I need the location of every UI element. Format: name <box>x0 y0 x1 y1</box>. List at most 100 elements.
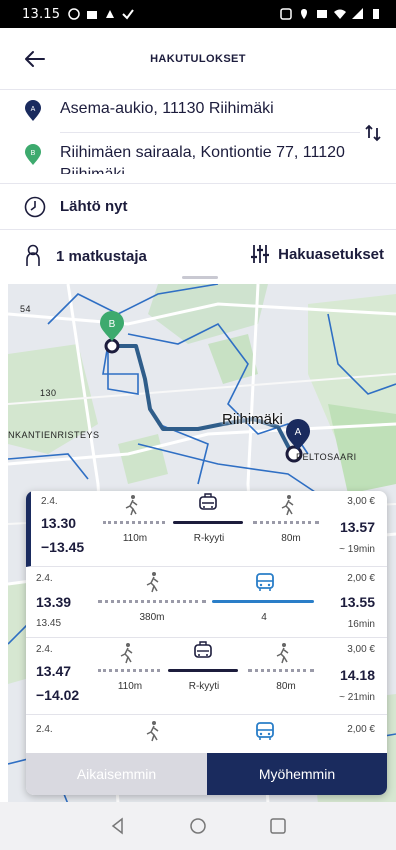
walk-icon <box>281 495 294 516</box>
team-icon <box>87 11 98 19</box>
result-arrival: 13.55 <box>339 594 375 610</box>
check-icon <box>122 9 135 20</box>
svg-text:A: A <box>31 106 36 113</box>
sliders-icon <box>251 245 270 263</box>
nfc-icon <box>280 8 292 20</box>
map-district-label: PELTOSAARI <box>296 452 357 462</box>
map-pin-b-letter: B <box>109 319 116 330</box>
result-duration: ~ 21min <box>339 692 375 703</box>
result-price: 3,00 € <box>347 496 375 507</box>
result-date: 2.4. <box>36 724 53 735</box>
notification-icon <box>106 10 115 18</box>
walk-distance: 80m <box>281 533 301 544</box>
search-settings-button[interactable]: Hakuasetukset <box>250 244 384 264</box>
map-road-label: 54 <box>20 304 32 314</box>
nav-back-icon[interactable] <box>109 817 127 835</box>
result-date: 2.4. <box>36 573 53 584</box>
status-time: 13.15 <box>22 6 61 22</box>
walk-icon <box>125 495 138 516</box>
result-duration: ~ 19min <box>339 544 375 555</box>
status-notification-icons <box>68 8 135 20</box>
walk-segment <box>98 600 206 603</box>
nav-recents-icon[interactable] <box>269 817 287 835</box>
walk-icon <box>276 643 289 664</box>
ride-label: R-kyyti <box>188 681 220 692</box>
walk-segment <box>248 669 314 672</box>
system-nav-bar <box>0 802 396 850</box>
result-item[interactable]: 2.4. 2,00 € <box>26 716 387 756</box>
drag-handle[interactable] <box>182 276 218 279</box>
settings-label: Hakuasetukset <box>278 245 384 263</box>
taxi-bus-icon <box>194 641 212 658</box>
result-departure: 13.39 <box>36 594 72 610</box>
route-divider <box>60 132 360 133</box>
volte-icon <box>317 10 327 18</box>
map-city-label: Riihimäki <box>222 411 283 428</box>
map-pin-a-letter: A <box>295 427 302 438</box>
options-row: 1 matkustaja Hakuasetukset <box>0 230 396 282</box>
nav-home-icon[interactable] <box>189 817 207 835</box>
origin-field[interactable]: A Asema-aukio, 11130 Riihimäki <box>24 98 360 122</box>
ride-segment <box>173 521 243 524</box>
departure-time-button[interactable]: Lähtö nyt <box>0 184 396 230</box>
destination-text: Riihimäen sairaala, Kontiontie 77, 11120… <box>60 144 345 174</box>
pin-a-icon: A <box>25 100 41 121</box>
result-price: 3,00 € <box>347 644 375 655</box>
location-icon <box>301 9 307 19</box>
walk-segment <box>103 521 165 524</box>
passengers-label: 1 matkustaja <box>56 247 147 265</box>
result-price: 2,00 € <box>347 724 375 735</box>
swap-vertical-icon[interactable] <box>364 124 382 142</box>
bus-icon <box>256 722 274 740</box>
wifi-icon <box>334 9 346 19</box>
earlier-button[interactable]: Aikaisemmin <box>26 753 207 795</box>
result-arrival: 14.18 <box>339 667 375 683</box>
app-header: HAKUTULOKSET <box>0 28 396 90</box>
ride-segment <box>168 669 238 672</box>
status-bar: 13.15 <box>0 0 396 28</box>
ride-label: R-kyyti <box>193 533 225 544</box>
result-departure-end: 13.45 <box>36 618 62 629</box>
result-item[interactable]: 2.4. 13.30 −13.45 110m R-kyyti 80m 3,00 … <box>26 491 387 567</box>
page-title: HAKUTULOKSET <box>150 52 246 65</box>
result-departure-end: −13.45 <box>41 539 85 555</box>
result-item[interactable]: 2.4. 13.47 −14.02 110m R-kyyti 80m 3,00 … <box>26 639 387 715</box>
walk-segment <box>98 669 160 672</box>
destination-field[interactable]: B Riihimäen sairaala, Kontiontie 77, 111… <box>24 142 360 174</box>
walk-distance: 110m <box>122 533 148 544</box>
walk-distance: 380m <box>139 612 165 623</box>
bus-icon <box>256 573 274 591</box>
result-date: 2.4. <box>41 496 58 507</box>
departure-label: Lähtö nyt <box>60 198 128 215</box>
walk-segment <box>253 521 319 524</box>
origin-text: Asema-aukio, 11130 Riihimäki <box>60 100 274 117</box>
result-arrival: 13.57 <box>339 519 375 535</box>
result-date: 2.4. <box>36 644 53 655</box>
map-road-label-2: 130 <box>40 388 57 398</box>
clock-icon <box>24 196 46 217</box>
status-system-icons <box>280 8 382 20</box>
pin-b-icon: B <box>25 144 41 165</box>
walk-distance: 80m <box>276 681 296 692</box>
result-item[interactable]: 2.4. 13.39 13.45 380m 4 2,00 € 13.55 16m… <box>26 568 387 638</box>
arrow-left-icon[interactable] <box>22 46 48 72</box>
walk-icon <box>146 572 159 593</box>
svg-text:B: B <box>31 150 36 157</box>
result-departure: 13.30 <box>41 515 77 531</box>
bus-segment <box>212 600 314 603</box>
whatsapp-icon <box>68 8 80 20</box>
walk-icon <box>120 643 133 664</box>
result-duration: 16min <box>347 619 375 630</box>
taxi-bus-icon <box>199 493 217 510</box>
map-crossing-label: NKANTIENRISTEYS <box>8 430 100 440</box>
walk-distance: 110m <box>117 681 143 692</box>
passengers-button[interactable]: 1 matkustaja <box>24 244 147 268</box>
later-button[interactable]: Myöhemmin <box>207 753 387 795</box>
result-price: 2,00 € <box>347 573 375 584</box>
battery-icon <box>373 9 379 19</box>
person-icon <box>26 244 40 266</box>
results-list: 2.4. 13.30 −13.45 110m R-kyyti 80m 3,00 … <box>26 491 387 795</box>
result-departure: 13.47 <box>36 663 72 679</box>
result-departure-end: −14.02 <box>36 687 80 703</box>
walk-icon <box>146 721 159 742</box>
